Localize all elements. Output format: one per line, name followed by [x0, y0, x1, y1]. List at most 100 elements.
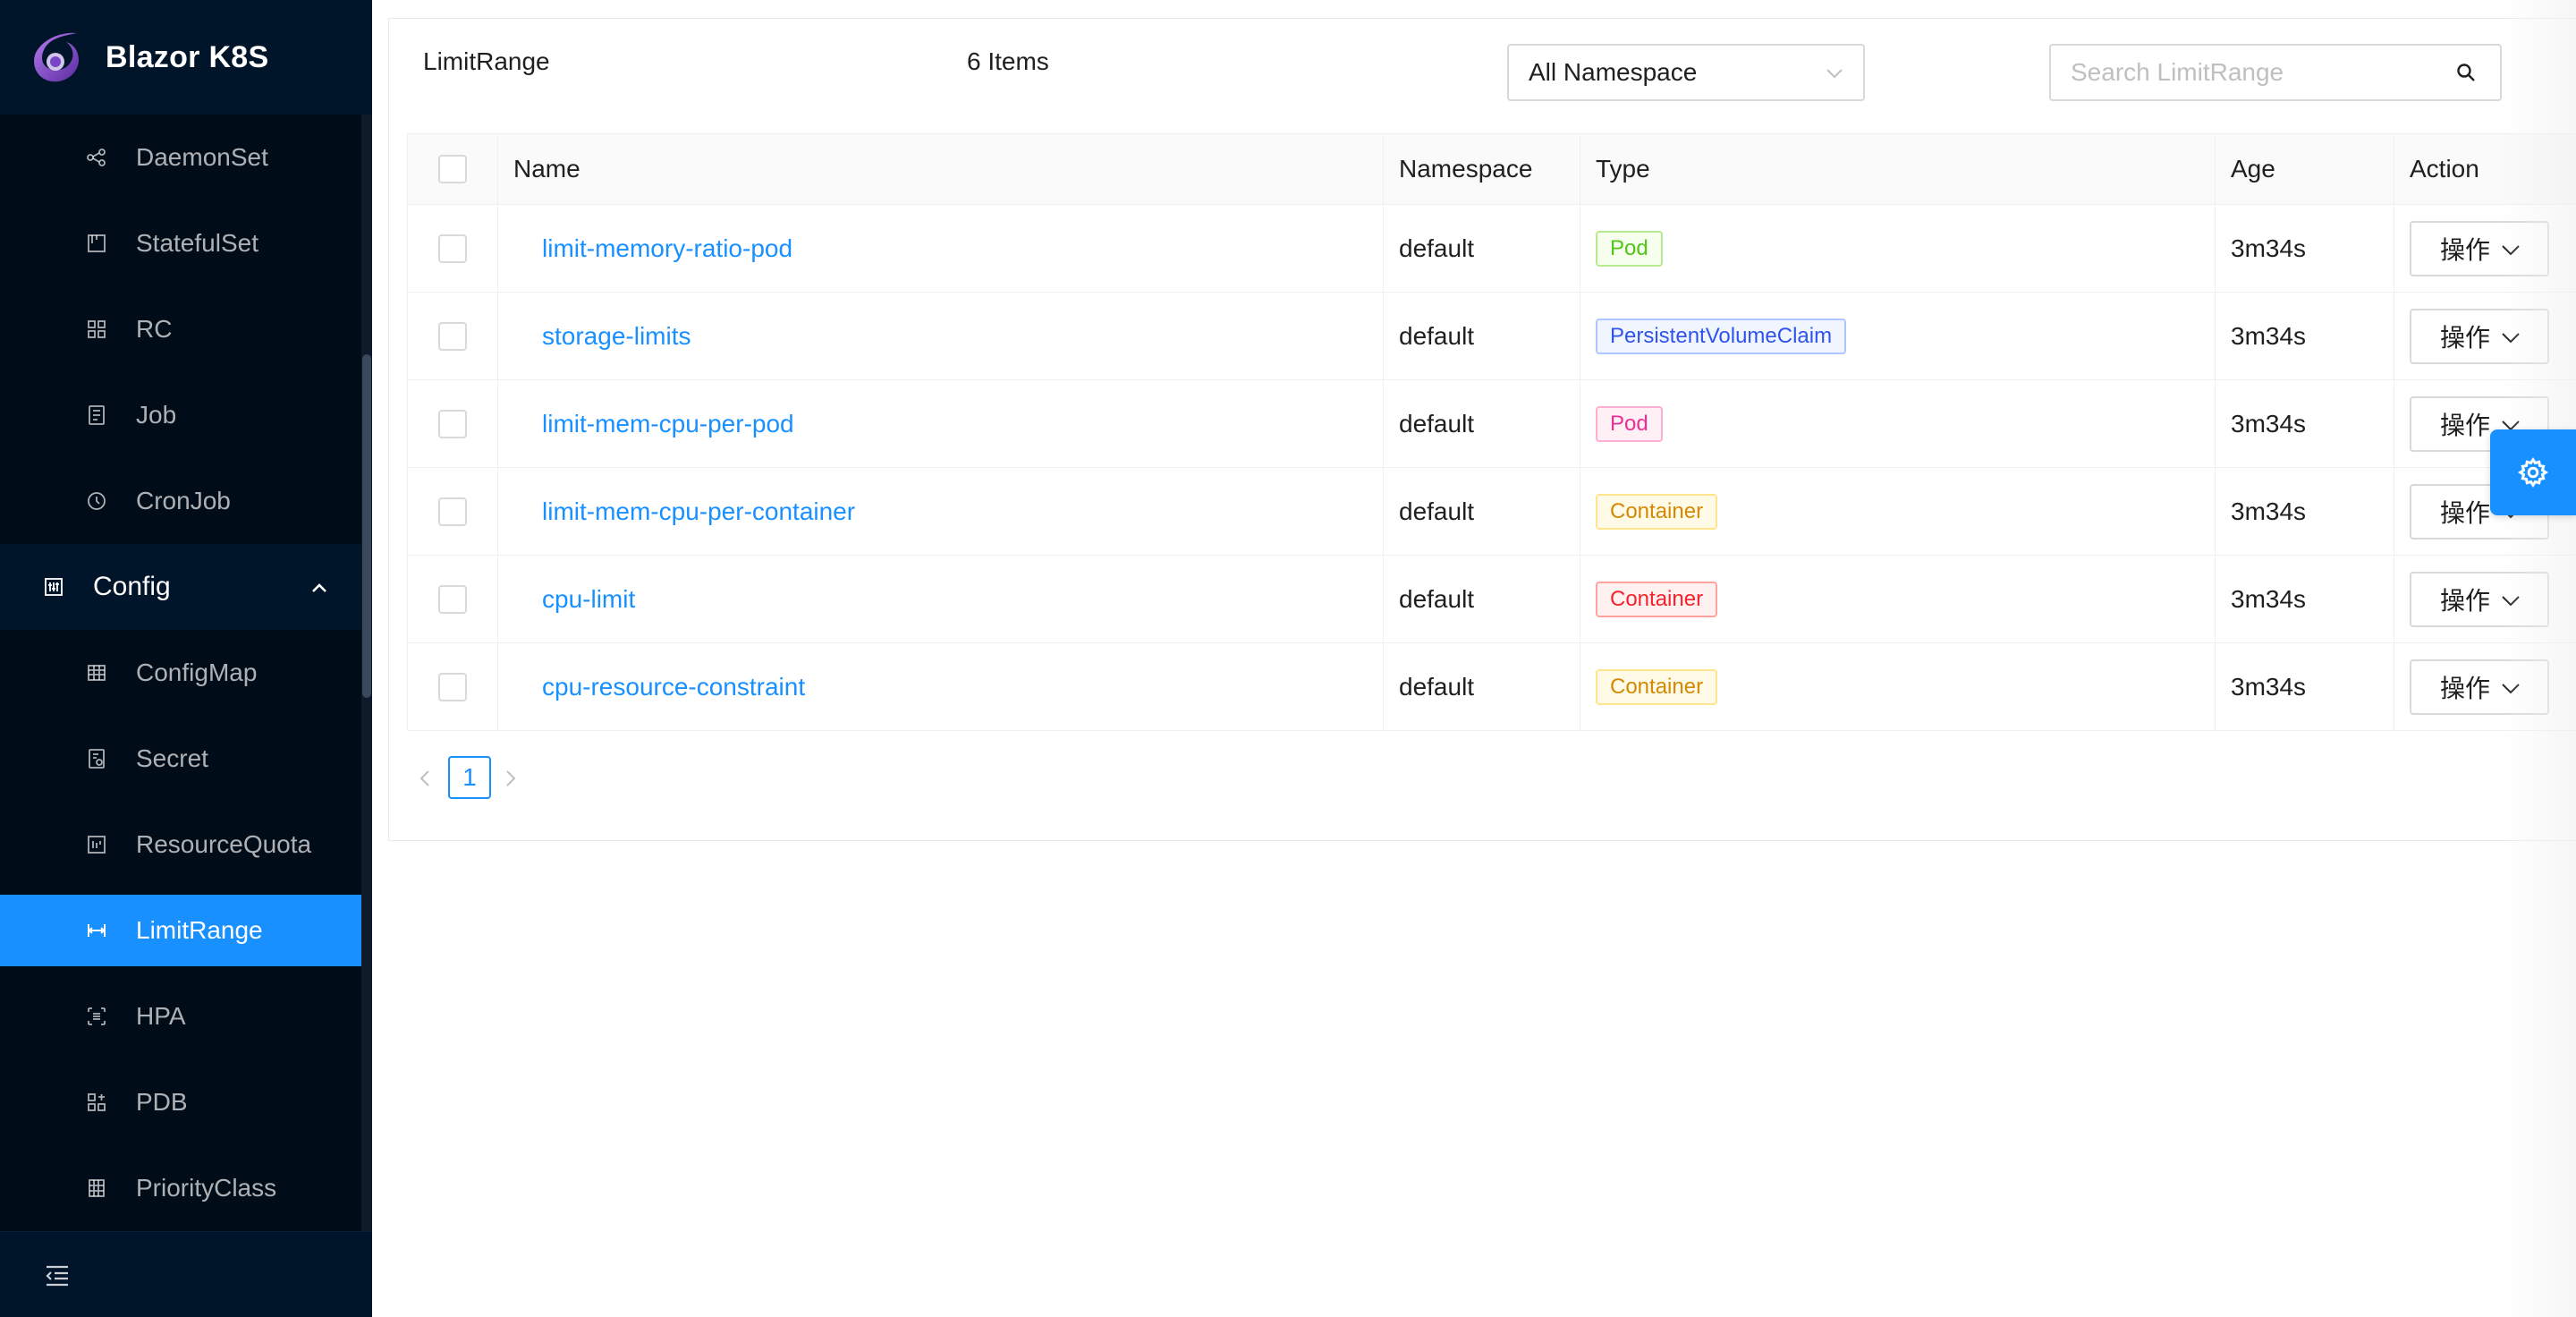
chevron-down-icon: [2502, 332, 2520, 343]
sidebar-item-label: ConfigMap: [136, 658, 258, 686]
header-action: Action: [2410, 155, 2479, 183]
app-title: Blazor K8S: [106, 39, 269, 74]
row-namespace: default: [1399, 409, 1475, 438]
type-tag: Pod: [1596, 405, 1663, 442]
chevron-down-icon: [2502, 595, 2520, 606]
resourcequota-icon: [88, 836, 106, 854]
sidebar-item-label: LimitRange: [136, 916, 263, 944]
action-label: 操作: [2440, 235, 2491, 264]
sidebar-item-label: RC: [136, 315, 173, 343]
search-icon[interactable]: [2455, 62, 2477, 83]
table-row: storage-limits default PersistentVolumeCla…: [407, 293, 2576, 380]
action-dropdown-button[interactable]: 操作: [2410, 658, 2549, 715]
row-action: 操作: [2410, 556, 2549, 642]
row-checkbox[interactable]: [438, 234, 467, 263]
hpa-icon: [88, 1007, 106, 1025]
brand[interactable]: Blazor K8S: [0, 0, 372, 115]
action-dropdown-button[interactable]: 操作: [2410, 220, 2549, 276]
action-dropdown-button[interactable]: 操作: [2410, 571, 2549, 627]
limitrange-icon: [88, 924, 106, 937]
namespace-select-value: All Namespace: [1529, 58, 1698, 86]
rc-icon: [88, 320, 106, 338]
header-select-all: [438, 134, 467, 204]
chevron-down-icon: [1826, 69, 1843, 79]
row-name: cpu-resource-constraint: [542, 643, 805, 730]
sidebar-item-cronjob[interactable]: CronJob: [0, 465, 361, 537]
row-namespace: default: [1399, 584, 1475, 613]
sidebar-item-resourcequota[interactable]: ResourceQuota: [0, 809, 361, 880]
action-label: 操作: [2440, 674, 2491, 702]
resource-name-link[interactable]: limit-mem-cpu-per-pod: [542, 410, 794, 438]
table-row: limit-mem-cpu-per-pod default Pod 3m34s 操作: [407, 380, 2576, 468]
sidebar-item-priorityclass[interactable]: PriorityClass: [0, 1152, 361, 1224]
configmap-icon: [88, 665, 106, 681]
settings-button[interactable]: [2490, 429, 2576, 515]
resource-name-link[interactable]: cpu-limit: [542, 585, 635, 614]
sidebar-item-statefulset[interactable]: StatefulSet: [0, 208, 361, 279]
sidebar-item-rc[interactable]: RC: [0, 293, 361, 365]
resource-name-link[interactable]: limit-memory-ratio-pod: [542, 234, 792, 263]
job-icon: [89, 405, 105, 425]
action-dropdown-button[interactable]: 操作: [2410, 308, 2549, 364]
sidebar-item-label: CronJob: [136, 487, 231, 514]
sidebar-item-hpa[interactable]: HPA: [0, 981, 361, 1052]
header-type[interactable]: Type: [1596, 134, 1650, 204]
cronjob-icon: [88, 492, 106, 510]
sidebar: Blazor K8S DaemonSet StatefulSet RC Job …: [0, 0, 372, 1317]
row-select: [438, 468, 467, 555]
select-all-checkbox[interactable]: [438, 155, 467, 183]
sidebar-item-daemonset[interactable]: DaemonSet: [0, 122, 361, 193]
secret-icon: [89, 749, 105, 769]
sidebar-item-job[interactable]: Job: [0, 379, 361, 451]
action-label: 操作: [2440, 498, 2491, 527]
table-header: Name Namespace Type Age Action: [407, 133, 2576, 205]
chevron-right-icon[interactable]: [504, 769, 518, 788]
row-action: 操作: [2410, 293, 2549, 379]
resource-name-link[interactable]: limit-mem-cpu-per-container: [542, 497, 855, 526]
chevron-left-icon[interactable]: [418, 769, 432, 788]
sidebar-item-limitrange[interactable]: LimitRange: [0, 895, 361, 966]
row-checkbox[interactable]: [438, 497, 467, 526]
sidebar-group-config[interactable]: Config: [0, 544, 361, 630]
header-age[interactable]: Age: [2231, 134, 2275, 204]
row-name: storage-limits: [542, 293, 691, 379]
sidebar-footer: [0, 1231, 372, 1317]
row-age: 3m34s: [2231, 234, 2307, 262]
search-input[interactable]: [2051, 46, 2436, 99]
sidebar-item-secret[interactable]: Secret: [0, 723, 361, 794]
pagination-page-1[interactable]: 1: [448, 756, 491, 799]
row-namespace: default: [1399, 497, 1475, 525]
header-namespace[interactable]: Namespace: [1399, 134, 1532, 204]
row-checkbox[interactable]: [438, 584, 467, 614]
resource-name-link[interactable]: storage-limits: [542, 322, 691, 351]
row-checkbox[interactable]: [438, 672, 467, 701]
sidebar-scrollbar-thumb[interactable]: [362, 354, 371, 698]
header-name[interactable]: Name: [513, 134, 580, 204]
sidebar-menu: DaemonSet StatefulSet RC Job CronJob Con…: [0, 115, 361, 1231]
row-checkbox[interactable]: [438, 321, 467, 351]
statefulset-icon: [88, 234, 106, 252]
chevron-down-icon: [2502, 244, 2520, 255]
sidebar-item-label: PriorityClass: [136, 1174, 277, 1202]
priorityclass-icon: [89, 1179, 105, 1197]
row-checkbox[interactable]: [438, 409, 467, 438]
table-row: limit-memory-ratio-pod default Pod 3m34s 操作: [407, 205, 2576, 293]
resource-name-link[interactable]: cpu-resource-constraint: [542, 673, 805, 701]
action-label: 操作: [2440, 586, 2491, 615]
search-box: [2049, 44, 2502, 101]
sidebar-item-label: HPA: [136, 1002, 186, 1030]
menu-fold-icon[interactable]: [45, 1264, 70, 1287]
limitrange-card: LimitRange 6 Items All Namespace Search …: [388, 18, 2576, 841]
namespace-select[interactable]: All Namespace: [1507, 44, 1865, 101]
chevron-up-icon: [312, 583, 326, 592]
row-type: Pod: [1596, 205, 1663, 292]
sidebar-item-configmap[interactable]: ConfigMap: [0, 637, 361, 709]
row-type: Container: [1596, 556, 1718, 642]
row-type: Container: [1596, 643, 1718, 730]
row-type: PersistentVolumeClaim: [1596, 293, 1847, 379]
type-tag: Container: [1596, 493, 1718, 530]
type-tag: Container: [1596, 581, 1718, 617]
row-name: limit-mem-cpu-per-pod: [542, 380, 794, 467]
config-icon: [45, 578, 63, 596]
sidebar-item-pdb[interactable]: PDB: [0, 1066, 361, 1138]
